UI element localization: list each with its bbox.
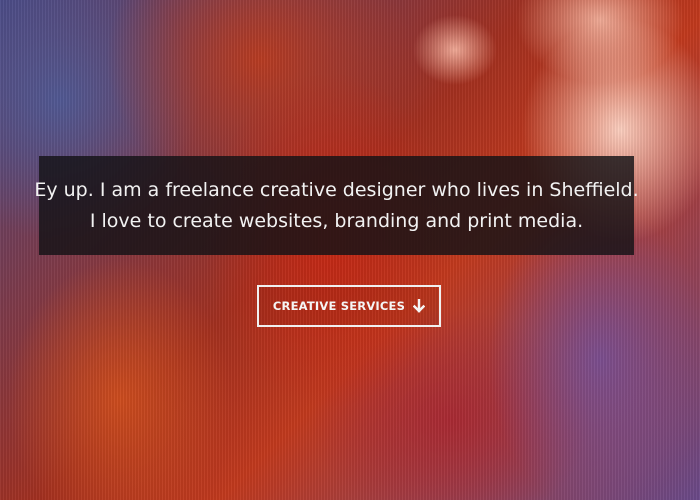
arrow-down-icon xyxy=(413,299,426,313)
creative-services-label: CREATIVE SERVICES xyxy=(272,299,406,313)
intro-line-2: I love to create websites, branding and … xyxy=(89,209,584,232)
creative-services-button[interactable]: CREATIVE SERVICES xyxy=(257,285,441,327)
intro-line-1: Ey up. I am a freelance creative designe… xyxy=(34,178,639,201)
intro-text-box: Ey up. I am a freelance creative designe… xyxy=(34,156,639,255)
